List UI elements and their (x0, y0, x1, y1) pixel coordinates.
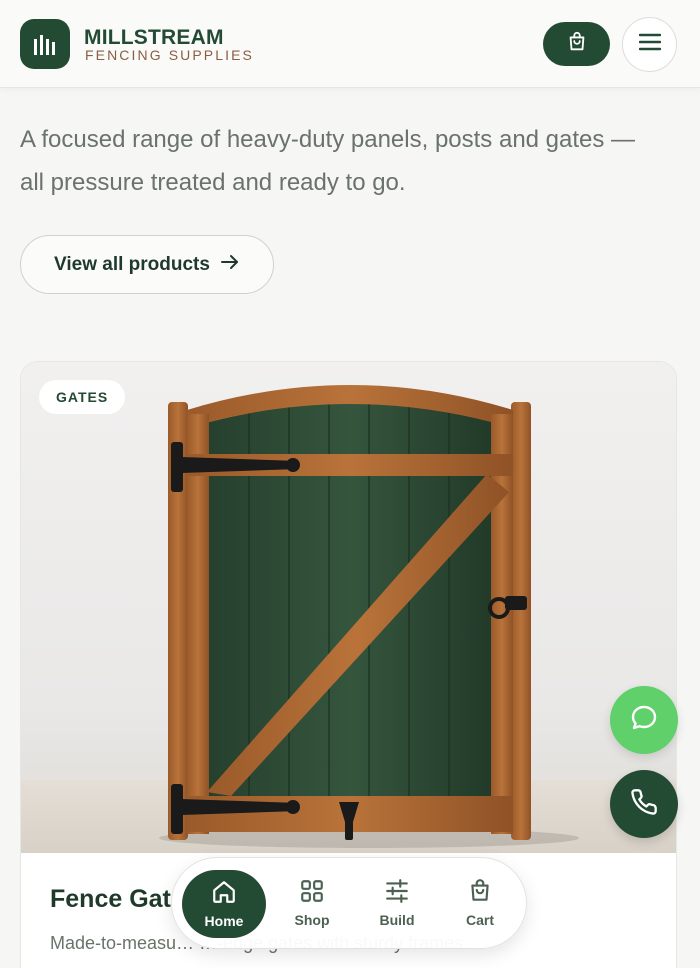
nav-item-home[interactable]: Home (182, 870, 266, 938)
chat-bubble-icon (628, 702, 660, 739)
view-all-products-button[interactable]: View all products (20, 235, 274, 294)
view-all-label: View all products (54, 253, 210, 275)
nav-label-shop: Shop (294, 912, 330, 928)
nav-item-shop[interactable]: Shop (272, 868, 352, 938)
nav-item-cart[interactable]: Cart (440, 868, 520, 938)
brand-subtitle: FENCING SUPPLIES (85, 47, 254, 63)
site-header: MILLSTREAM FENCING SUPPLIES (0, 0, 700, 88)
nav-label-cart: Cart (465, 912, 494, 928)
phone-icon (630, 788, 658, 821)
wooden-fence-gate-image (159, 385, 579, 848)
chat-button[interactable] (610, 686, 678, 754)
call-button[interactable] (610, 770, 678, 838)
grid-icon (299, 878, 325, 907)
shopping-bag-icon (467, 878, 493, 907)
nav-label-home: Home (204, 913, 244, 929)
menu-button[interactable] (622, 17, 677, 72)
logo-icon[interactable] (20, 19, 70, 69)
category-tag: GATES (39, 380, 126, 414)
bottom-nav: Home Shop Build Cart (171, 857, 527, 949)
product-title[interactable]: Fence Gat (50, 885, 171, 914)
arrow-right-icon (220, 254, 240, 276)
product-image[interactable]: GATES (21, 362, 676, 853)
header-cart-button[interactable] (543, 22, 610, 66)
sliders-icon (384, 878, 410, 907)
intro-text: A focused range of heavy-duty panels, po… (20, 126, 636, 196)
nav-label-build: Build (379, 912, 415, 928)
shopping-bag-icon (566, 31, 588, 58)
nav-item-build[interactable]: Build (357, 868, 437, 938)
home-icon (211, 879, 237, 908)
hamburger-menu-icon (638, 33, 661, 56)
